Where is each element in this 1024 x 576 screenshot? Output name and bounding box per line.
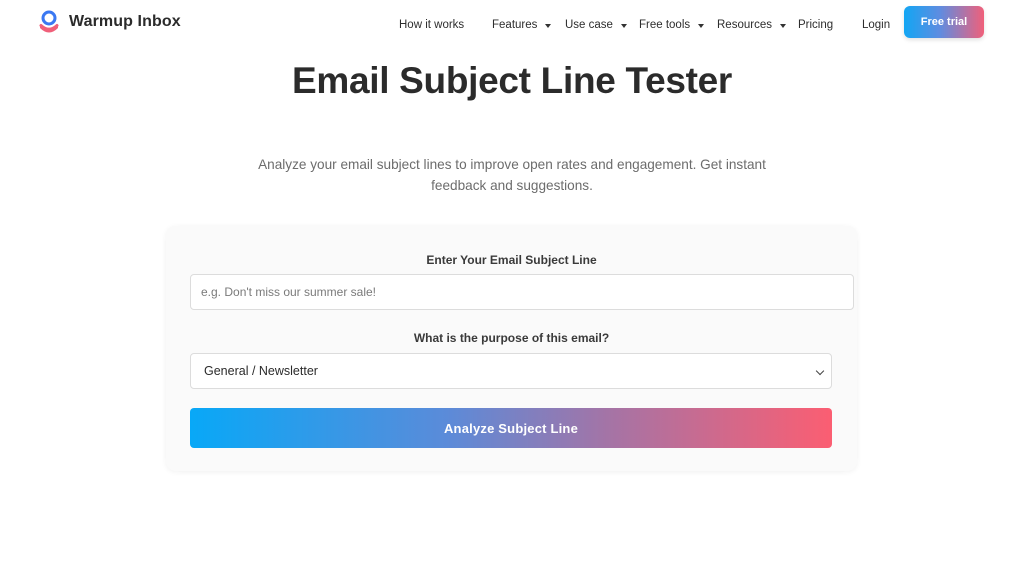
page-title: Email Subject Line Tester	[291, 60, 733, 101]
analyze-subject-line-button[interactable]: Analyze Subject Line	[190, 408, 832, 448]
nav-item-label: How it works	[399, 19, 465, 31]
nav-item-label: Login	[862, 19, 891, 31]
email-purpose-selected-value: General / Newsletter	[204, 364, 318, 378]
caret-down-icon	[620, 23, 627, 28]
email-purpose-label: What is the purpose of this email?	[413, 331, 610, 345]
subject-tester-card: Enter Your Email Subject Line What is th…	[166, 226, 857, 471]
caret-down-icon	[545, 23, 552, 28]
nav-item-label: Features	[492, 19, 538, 31]
chevron-down-icon	[815, 366, 825, 376]
caret-down-icon	[698, 23, 705, 28]
nav-item-pricing[interactable]: Pricing	[798, 19, 833, 31]
top-nav: How it works Features Use case Free tool…	[0, 0, 1024, 50]
nav-item-use-case[interactable]: Use case	[565, 19, 627, 31]
nav-item-features[interactable]: Features	[492, 19, 552, 31]
nav-item-label: Free tools	[639, 19, 691, 31]
nav-item-free-tools[interactable]: Free tools	[639, 19, 705, 31]
nav-item-label: Pricing	[798, 19, 834, 31]
caret-down-icon	[779, 23, 786, 28]
nav-item-how-it-works[interactable]: How it works	[399, 19, 464, 31]
free-trial-button[interactable]: Free trial	[904, 6, 984, 38]
subject-line-input[interactable]	[190, 274, 854, 310]
nav-item-resources[interactable]: Resources	[717, 19, 786, 31]
nav-item-login[interactable]: Login	[862, 19, 890, 31]
nav-item-label: Use case	[565, 19, 613, 31]
nav-item-label: Resources	[717, 19, 772, 31]
email-purpose-select[interactable]: General / Newsletter	[190, 353, 832, 389]
subject-line-label: Enter Your Email Subject Line	[426, 253, 597, 267]
page-subtitle: Analyze your email subject lines to impr…	[258, 157, 766, 193]
